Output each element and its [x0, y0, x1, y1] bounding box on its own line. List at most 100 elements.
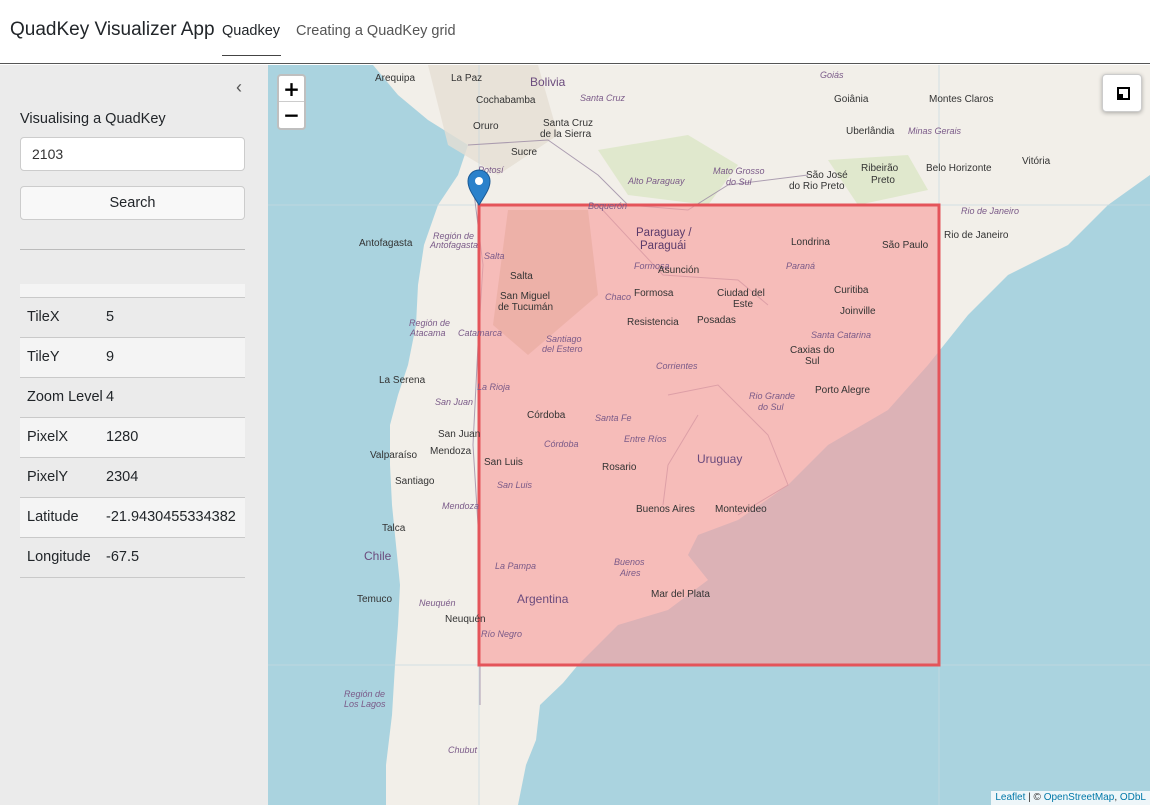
city-label: Belo Horizonte [926, 163, 992, 174]
region-label: Rio de Janeiro [961, 206, 1019, 216]
property-key: Zoom Level [27, 389, 103, 405]
region-label: La Pampa [495, 561, 536, 571]
region-label: La Rioja [477, 382, 510, 392]
region-label: Paraná [786, 261, 815, 271]
leaflet-link[interactable]: Leaflet [995, 792, 1025, 803]
zoom-in-button[interactable]: + [279, 76, 304, 102]
layers-control-button[interactable] [1102, 74, 1142, 112]
city-label: Sul [805, 356, 819, 367]
region-label: Santiago [546, 334, 582, 344]
property-value: 5 [106, 309, 115, 325]
country-label: Paraguái [640, 240, 686, 252]
navbar: QuadKey Visualizer App Quadkey Creating … [0, 0, 1150, 64]
city-label: Este [733, 299, 753, 310]
city-label: Goiânia [834, 94, 869, 105]
region-label: Aires [619, 568, 641, 578]
quadkey-input[interactable] [20, 137, 245, 171]
region-label: Rio Grande [749, 391, 795, 401]
city-label: Resistencia [627, 317, 679, 328]
property-key: Latitude [27, 509, 79, 525]
region-label: San Luis [497, 480, 533, 490]
city-label: São Paulo [882, 240, 929, 251]
property-value: 1280 [106, 429, 139, 445]
city-label: Posadas [697, 315, 736, 326]
property-value: 2304 [106, 469, 139, 485]
region-label: Santa Catarina [811, 330, 871, 340]
city-label: Uberlândia [846, 126, 895, 137]
region-label: do Sul [726, 177, 753, 187]
city-label: Ribeirão [861, 163, 899, 174]
property-key: PixelX [27, 429, 69, 445]
table-row: TileY 9 [20, 338, 245, 378]
city-label: Porto Alegre [815, 385, 870, 396]
region-label: Alto Paraguay [627, 176, 685, 186]
city-label: Montevideo [715, 504, 767, 515]
region-label: Boquerón [588, 201, 627, 211]
region-label: Neuquén [419, 598, 456, 608]
map[interactable]: Arequipa La Paz Bolivia Cochabamba Oruro… [268, 65, 1150, 805]
region-label: Región de [409, 318, 450, 328]
tab-quadkey[interactable]: Quadkey [222, 23, 280, 39]
quadkey-section-label: Visualising a QuadKey [20, 111, 166, 127]
collapse-sidebar-icon[interactable]: ‹ [231, 78, 247, 96]
country-label: Chile [364, 549, 392, 563]
region-label: Mato Grosso [713, 166, 765, 176]
property-key: TileX [27, 309, 60, 325]
zoom-control: + − [277, 74, 306, 130]
city-label: Vitória [1022, 156, 1051, 167]
city-label: Sucre [511, 147, 538, 158]
city-label: Antofagasta [359, 238, 413, 249]
city-label: Londrina [791, 237, 830, 248]
city-label: Ciudad del [717, 288, 765, 299]
region-label: Santa Fe [595, 413, 632, 423]
city-label: Mar del Plata [651, 589, 710, 600]
city-label: Rio de Janeiro [944, 230, 1009, 241]
region-label: Santa Cruz [580, 93, 626, 103]
country-label: Paraguay / [636, 227, 692, 239]
city-label: La Serena [379, 375, 426, 386]
city-label: do Rio Preto [789, 181, 845, 192]
region-label: Buenos [614, 557, 645, 567]
city-label: La Paz [451, 73, 482, 84]
tab-creating-grid[interactable]: Creating a QuadKey grid [296, 23, 456, 39]
region-label: Córdoba [544, 439, 579, 449]
city-label: Santa Cruz [543, 118, 593, 129]
city-label: Mendoza [430, 446, 472, 457]
city-label: de la Sierra [540, 129, 592, 140]
city-label: Formosa [634, 288, 674, 299]
active-tab-indicator [222, 55, 281, 56]
table-row: PixelX 1280 [20, 418, 245, 458]
country-label: Bolivia [530, 75, 566, 89]
city-label: Salta [510, 271, 533, 282]
region-label: San Juan [435, 397, 473, 407]
region-label: Corrientes [656, 361, 698, 371]
city-label: Temuco [357, 594, 392, 605]
property-value: -67.5 [106, 549, 140, 565]
zoom-out-button[interactable]: − [279, 102, 304, 128]
region-label: Salta [484, 251, 505, 261]
region-label: Río Negro [481, 629, 522, 639]
search-button[interactable]: Search [20, 186, 245, 220]
region-label: Región de [344, 689, 385, 699]
city-label: Preto [871, 175, 895, 186]
region-label: del Estero [542, 344, 583, 354]
city-label: Joinville [840, 306, 876, 317]
osm-link[interactable]: OpenStreetMap [1044, 792, 1115, 803]
country-label: Uruguay [697, 452, 742, 466]
map-attribution: Leaflet | © OpenStreetMap, ODbL [991, 791, 1150, 805]
table-row: TileX 5 [20, 298, 245, 338]
city-label: Asunción [658, 265, 699, 276]
country-label: Argentina [517, 592, 569, 606]
property-value: 9 [106, 349, 115, 365]
region-label: Entre Ríos [624, 434, 667, 444]
city-label: Córdoba [527, 410, 566, 421]
odbl-link[interactable]: ODbL [1120, 792, 1146, 803]
sidebar: ‹ Visualising a QuadKey Search TileX 5 Ti… [0, 65, 268, 805]
city-label: San Juan [438, 429, 480, 440]
map-tiles: Arequipa La Paz Bolivia Cochabamba Oruro… [268, 65, 1150, 805]
attribution-separator: | © [1028, 792, 1041, 803]
region-label: Chubut [448, 745, 478, 755]
city-label: Neuquén [445, 614, 486, 625]
city-label: Santiago [395, 476, 435, 487]
city-label: Oruro [473, 121, 499, 132]
